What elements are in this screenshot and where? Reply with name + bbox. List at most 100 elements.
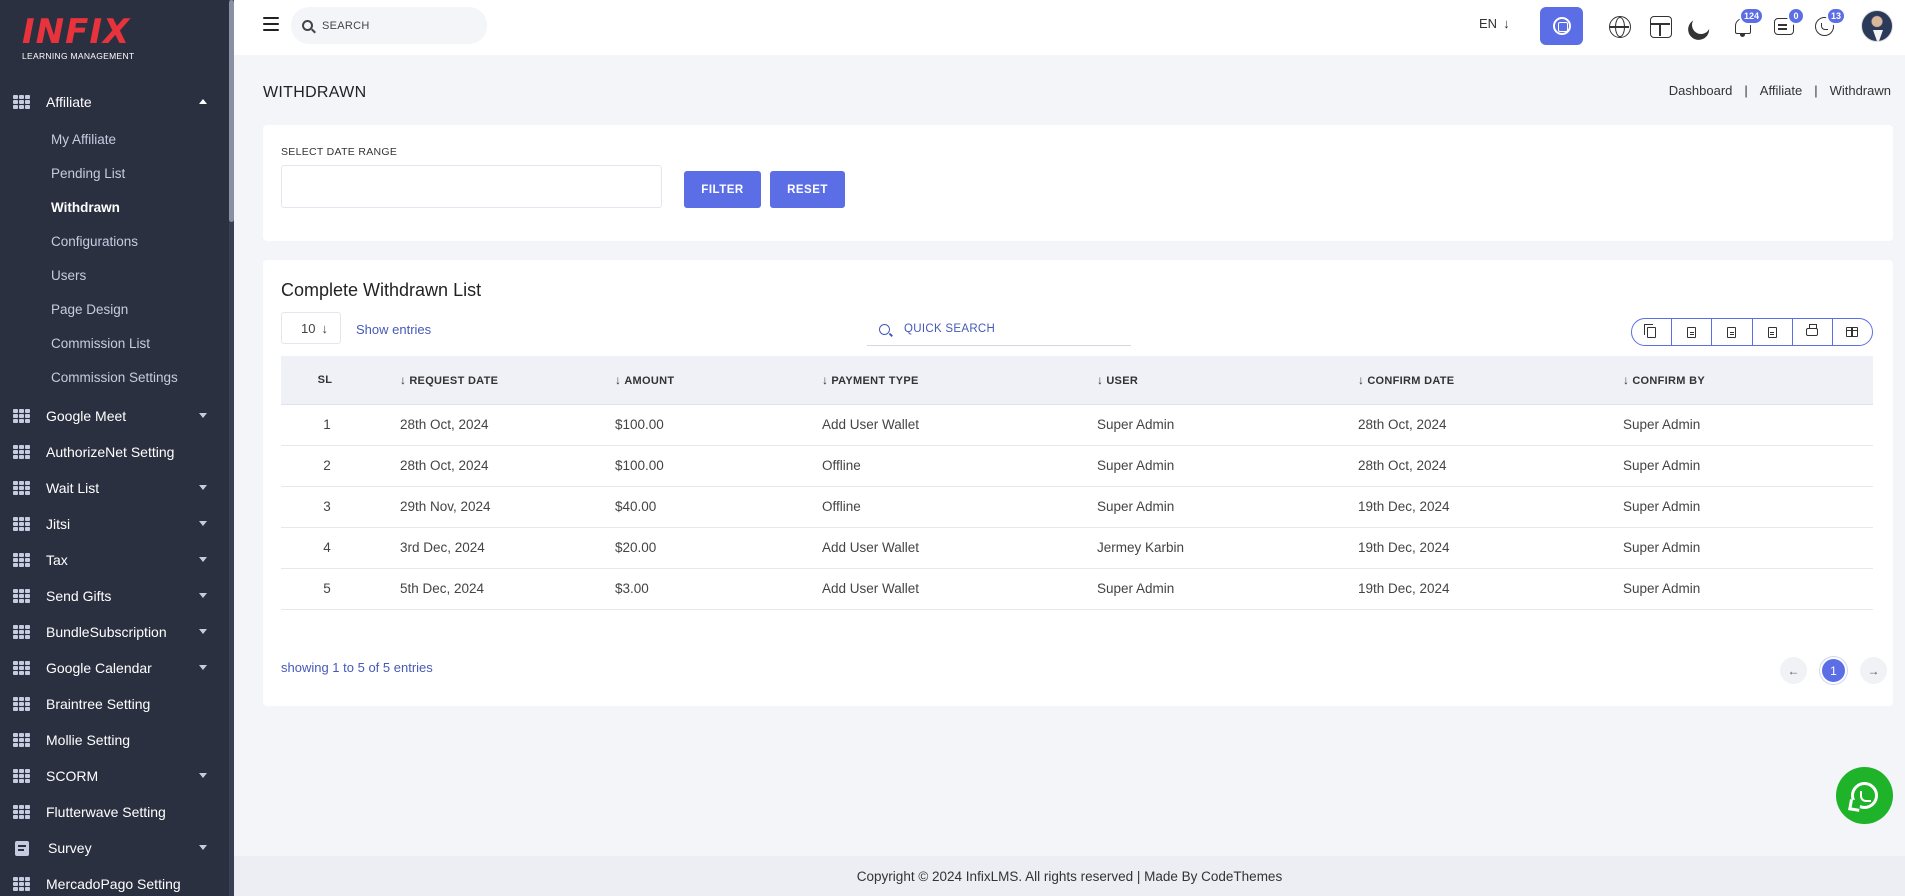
showing-entries-text: showing 1 to 5 of 5 entries: [281, 660, 433, 675]
topbar: EN ↓ 124 0 13: [234, 0, 1905, 55]
sidebar-item-label: Google Calendar: [46, 660, 152, 676]
sidebar-subitem-commission-list[interactable]: Commission List: [0, 326, 229, 360]
dark-mode-icon[interactable]: [1689, 13, 1713, 37]
grid-icon: [13, 804, 30, 820]
sidebar-subitem-configurations[interactable]: Configurations: [0, 224, 229, 258]
document-icon: [15, 840, 29, 856]
filter-card: SELECT DATE RANGE FILTER RESET: [263, 125, 1893, 241]
column-header-confirm-by[interactable]: ↓ CONFIRM BY: [1623, 356, 1873, 405]
cell-amount: $100.00: [615, 458, 664, 473]
chip-icon: [1552, 17, 1571, 35]
caret-down-icon: [199, 413, 207, 418]
sidebar-item-label: Mollie Setting: [46, 732, 131, 748]
print-button[interactable]: [1793, 319, 1833, 345]
sidebar-item-bundlesubscription[interactable]: BundleSubscription: [0, 614, 229, 650]
avatar[interactable]: [1861, 10, 1893, 42]
chat-icon[interactable]: 0: [1773, 7, 1805, 38]
withdrawn-list-card: Complete Withdrawn List 10 ↓ Show entrie…: [263, 260, 1893, 706]
chip-button[interactable]: [1540, 7, 1583, 45]
sidebar-item-label: Google Meet: [46, 408, 127, 424]
cell-request-date: 3rd Dec, 2024: [400, 540, 485, 555]
page-button[interactable]: 1: [1820, 657, 1847, 684]
whatsapp-icon[interactable]: 13: [1814, 7, 1846, 38]
sidebar-item-label: Tax: [46, 552, 68, 568]
cell-payment-type: Offline: [822, 499, 861, 514]
sidebar-item-authorizenet-setting[interactable]: AuthorizeNet Setting: [0, 434, 229, 470]
quick-search[interactable]: [867, 313, 1131, 346]
export-csv-button[interactable]: [1712, 319, 1753, 345]
breadcrumb-dashboard[interactable]: Dashboard: [1669, 83, 1733, 98]
sidebar-item-tax[interactable]: Tax: [0, 542, 229, 578]
list-title: Complete Withdrawn List: [281, 280, 482, 300]
sidebar-item-jitsi[interactable]: Jitsi: [0, 506, 229, 542]
cell-payment-type: Add User Wallet: [822, 581, 920, 596]
export-pdf-button[interactable]: [1753, 319, 1793, 345]
search-box[interactable]: [291, 7, 487, 44]
sidebar-scrollbar[interactable]: [229, 0, 234, 896]
column-header-request-date[interactable]: ↓ REQUEST DATE: [365, 356, 615, 405]
cell-user: Super Admin: [1097, 458, 1175, 473]
column-header-sl[interactable]: SL: [281, 356, 365, 405]
language-selector[interactable]: EN ↓: [1479, 16, 1510, 31]
quick-search-input[interactable]: [904, 323, 1104, 335]
breadcrumb-withdrawn: Withdrawn: [1829, 83, 1891, 98]
cell-request-date: 5th Dec, 2024: [400, 581, 485, 596]
sidebar-menu: Affiliate My Affiliate Pending List Withdr…: [0, 84, 229, 896]
sidebar-item-label: Survey: [48, 840, 92, 856]
sidebar-item-google-meet[interactable]: Google Meet: [0, 398, 229, 434]
sidebar-item-label: AuthorizeNet Setting: [46, 444, 175, 460]
page-title: WITHDRAWN: [263, 84, 367, 101]
sidebar-item-affiliate[interactable]: Affiliate: [0, 84, 229, 120]
sidebar-item-braintree-setting[interactable]: Braintree Setting: [0, 686, 229, 722]
sidebar-subitem-page-design[interactable]: Page Design: [0, 292, 229, 326]
sidebar-item-flutterwave-setting[interactable]: Flutterwave Setting: [0, 794, 229, 830]
column-header-amount[interactable]: ↓ AMOUNT: [615, 356, 822, 405]
entries-select[interactable]: 10 ↓: [281, 312, 341, 344]
cell-request-date: 28th Oct, 2024: [400, 458, 489, 473]
sidebar-subitem-withdrawn[interactable]: Withdrawn: [0, 190, 229, 224]
caret-down-icon: [199, 557, 207, 562]
globe-icon[interactable]: [1609, 16, 1631, 38]
copy-button[interactable]: [1632, 319, 1673, 345]
sidebar-subitem-users[interactable]: Users: [0, 258, 229, 292]
column-header-confirm-date[interactable]: ↓ CONFIRM DATE: [1358, 356, 1623, 405]
caret-down-icon: [199, 593, 207, 598]
sidebar-item-label: BundleSubscription: [46, 624, 167, 640]
table-row: 3 29th Nov, 2024 $40.00 Offline Super Admin 1…: [281, 486, 1873, 527]
sidebar-subitem-commission-settings[interactable]: Commission Settings: [0, 360, 229, 394]
logo[interactable]: INFIX LEARNING MANAGEMENT: [22, 14, 142, 66]
export-excel-button[interactable]: [1672, 319, 1713, 345]
reset-button[interactable]: RESET: [770, 171, 845, 208]
sidebar-item-scorm[interactable]: SCORM: [0, 758, 229, 794]
search-icon: [302, 20, 313, 31]
sidebar-subitem-my-affiliate[interactable]: My Affiliate: [0, 122, 229, 156]
grid-icon: [13, 408, 30, 424]
next-page-button[interactable]: →: [1860, 657, 1887, 684]
column-header-user[interactable]: ↓ USER: [1097, 356, 1358, 405]
filter-button[interactable]: FILTER: [684, 171, 761, 208]
sidebar-item-survey[interactable]: Survey: [0, 830, 229, 866]
sidebar-item-wait-list[interactable]: Wait List: [0, 470, 229, 506]
column-visibility-button[interactable]: [1833, 319, 1872, 345]
grid-icon: [13, 732, 30, 748]
sidebar-item-google-calendar[interactable]: Google Calendar: [0, 650, 229, 686]
date-range-input[interactable]: [281, 165, 662, 208]
previous-page-button[interactable]: ←: [1780, 657, 1807, 684]
breadcrumb-affiliate[interactable]: Affiliate: [1760, 83, 1802, 98]
column-header-payment-type[interactable]: ↓ PAYMENT TYPE: [822, 356, 1097, 405]
sidebar-item-label: Braintree Setting: [46, 696, 151, 712]
sidebar-subitem-pending-list[interactable]: Pending List: [0, 156, 229, 190]
sidebar-item-mercadopago-setting[interactable]: MercadoPago Setting: [0, 866, 229, 896]
bell-icon[interactable]: 124: [1732, 7, 1764, 38]
caret-down-icon: [199, 845, 207, 850]
sidebar-item-send-gifts[interactable]: Send Gifts: [0, 578, 229, 614]
hamburger-menu-icon[interactable]: [263, 17, 279, 31]
sidebar-item-mollie-setting[interactable]: Mollie Setting: [0, 722, 229, 758]
grid-icon: [13, 768, 30, 784]
search-input[interactable]: [322, 19, 472, 32]
whatsapp-chat-button[interactable]: [1836, 767, 1893, 824]
layout-icon[interactable]: [1650, 16, 1672, 38]
entries-value: 10: [301, 320, 316, 336]
export-buttons: [1631, 318, 1873, 346]
cell-request-date: 29th Nov, 2024: [400, 499, 491, 514]
